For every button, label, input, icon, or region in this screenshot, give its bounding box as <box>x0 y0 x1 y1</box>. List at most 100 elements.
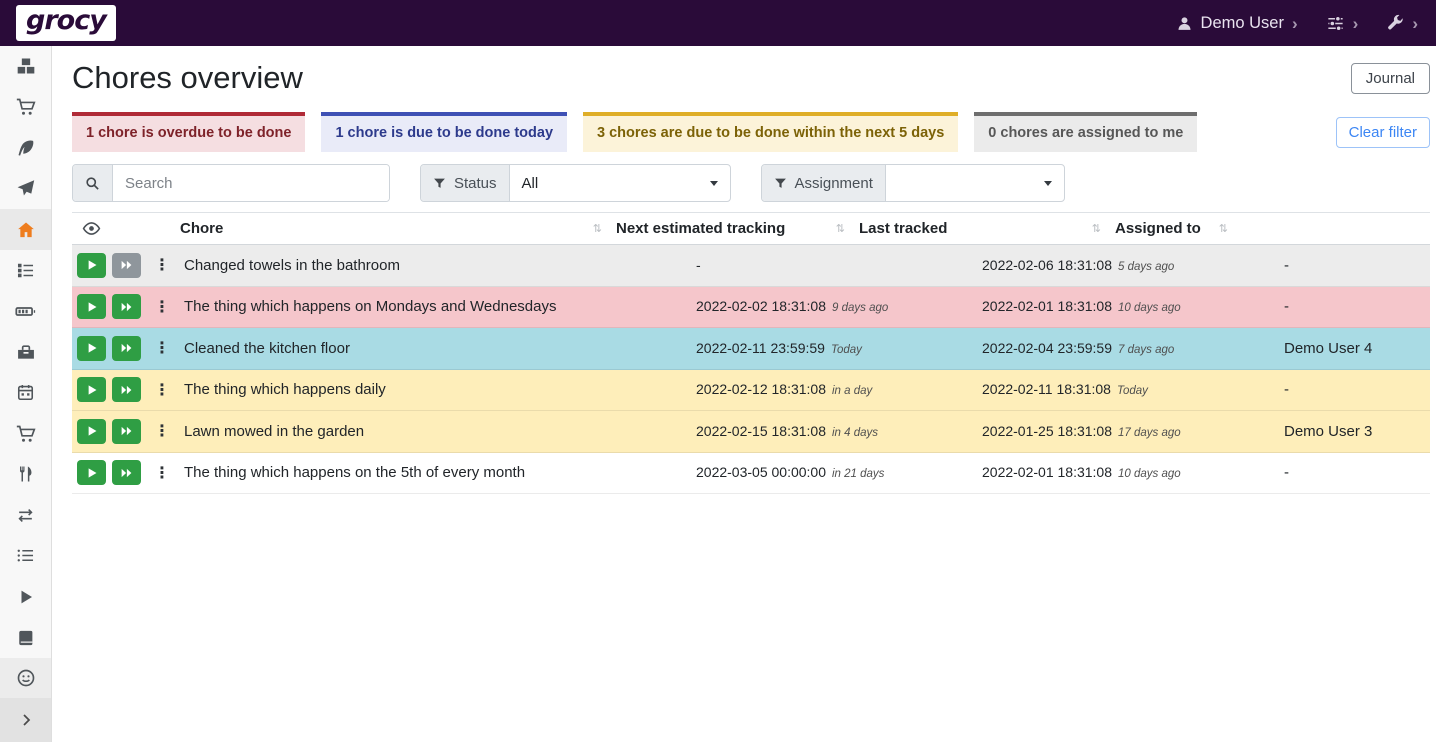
last-tracked-relative: 10 days ago <box>1118 468 1181 480</box>
assigned-to-me-banner[interactable]: 0 chores are assigned to me <box>974 112 1197 152</box>
caret-down-icon <box>1044 181 1052 186</box>
track-chore-button[interactable] <box>77 377 106 402</box>
skip-chore-button[interactable] <box>112 253 141 278</box>
brand-logo[interactable]: grocy <box>16 5 116 41</box>
sort-icon: ⇅ <box>1219 222 1228 235</box>
main-content: Chores overview Journal 1 chore is overd… <box>52 46 1436 742</box>
row-menu-button[interactable]: ⋮ <box>152 257 172 273</box>
status-selected-value: All <box>522 175 539 192</box>
navbar-actions: Demo User › › › <box>1176 14 1418 33</box>
sidebar-item-track[interactable] <box>0 576 51 617</box>
chore-name: The thing which happens on Mondays and W… <box>176 298 688 315</box>
book-icon <box>17 629 35 647</box>
row-menu-button[interactable]: ⋮ <box>152 465 172 481</box>
paper-plane-icon <box>16 179 35 198</box>
smiley-icon <box>16 668 36 688</box>
journal-button[interactable]: Journal <box>1351 63 1430 94</box>
next-tracking-relative: in a day <box>832 385 872 397</box>
due-soon-banner[interactable]: 3 chores are due to be done within the n… <box>583 112 958 152</box>
settings-menu[interactable]: › <box>1326 14 1359 33</box>
due-today-banner[interactable]: 1 chore is due to be done today <box>321 112 567 152</box>
last-tracked-value: 2022-01-25 18:31:08 <box>982 423 1112 439</box>
assigned-to-value: - <box>1276 257 1430 274</box>
search-input[interactable] <box>113 165 389 201</box>
play-icon <box>86 425 98 437</box>
header-assigned-to[interactable]: Assigned to⇅ <box>1115 213 1242 244</box>
row-menu-button[interactable]: ⋮ <box>152 340 172 356</box>
next-tracking-value: 2022-02-12 18:31:08 <box>696 381 826 397</box>
sidebar-item-meal-plan[interactable] <box>0 168 51 209</box>
play-icon <box>86 384 98 396</box>
table-row: ⋮ Lawn mowed in the garden 2022-02-15 18… <box>72 411 1430 453</box>
next-tracking-relative: in 4 days <box>832 427 878 439</box>
skip-chore-button[interactable] <box>112 294 141 319</box>
calendar-icon <box>16 383 35 402</box>
shopping-cart-icon <box>16 97 36 117</box>
chore-name: Cleaned the kitchen floor <box>176 340 688 357</box>
sidebar-item-shopping-list[interactable] <box>0 87 51 128</box>
sidebar-item-batteries[interactable] <box>0 291 51 332</box>
track-chore-button[interactable] <box>77 294 106 319</box>
table-row: ⋮ Cleaned the kitchen floor 2022-02-11 2… <box>72 328 1430 370</box>
overdue-banner[interactable]: 1 chore is overdue to be done <box>72 112 305 152</box>
last-tracked-relative: 7 days ago <box>1118 344 1174 356</box>
last-tracked-value: 2022-02-11 18:31:08 <box>982 381 1111 397</box>
user-name: Demo User <box>1201 14 1284 33</box>
column-visibility-toggle[interactable] <box>72 213 180 244</box>
sidebar-item-chores[interactable] <box>0 209 51 250</box>
header-last-tracked[interactable]: Last tracked⇅ <box>859 213 1115 244</box>
cart-icon <box>16 424 36 444</box>
fast-forward-icon <box>120 425 133 437</box>
filter-icon <box>774 177 787 190</box>
track-chore-button[interactable] <box>77 460 106 485</box>
assignment-select[interactable] <box>886 165 1064 201</box>
fast-forward-icon <box>120 259 133 271</box>
skip-chore-button[interactable] <box>112 336 141 361</box>
skip-chore-button[interactable] <box>112 377 141 402</box>
header-chore[interactable]: Chore⇅ <box>180 213 616 244</box>
sidebar-item-recipes[interactable] <box>0 128 51 169</box>
sidebar-item-transfer[interactable] <box>0 495 51 536</box>
row-menu-button[interactable]: ⋮ <box>152 423 172 439</box>
last-tracked-relative: 17 days ago <box>1118 427 1181 439</box>
next-tracking-relative: 9 days ago <box>832 302 888 314</box>
header-next-estimated-tracking[interactable]: Next estimated tracking⇅ <box>616 213 859 244</box>
sidebar-item-journal[interactable] <box>0 617 51 658</box>
sidebar-item-inventory[interactable] <box>0 536 51 577</box>
status-banners: 1 chore is overdue to be done 1 chore is… <box>72 112 1430 152</box>
fast-forward-icon <box>120 384 133 396</box>
sidebar-item-purchase[interactable] <box>0 413 51 454</box>
user-menu[interactable]: Demo User › <box>1176 14 1298 33</box>
sidebar-item-tasks[interactable] <box>0 250 51 291</box>
search-icon <box>85 176 100 191</box>
skip-chore-button[interactable] <box>112 419 141 444</box>
track-chore-button[interactable] <box>77 419 106 444</box>
tasks-icon <box>16 261 35 280</box>
boxes-icon <box>16 56 36 76</box>
track-chore-button[interactable] <box>77 336 106 361</box>
play-icon <box>86 342 98 354</box>
sidebar-item-stock[interactable] <box>0 46 51 87</box>
status-select[interactable]: All <box>510 165 730 201</box>
clear-filter-button[interactable]: Clear filter <box>1336 117 1430 148</box>
caret-down-icon <box>710 181 718 186</box>
sidebar-item-consume[interactable] <box>0 454 51 495</box>
skip-chore-button[interactable] <box>112 460 141 485</box>
assigned-to-value: Demo User 4 <box>1276 340 1430 357</box>
sliders-icon <box>1326 14 1345 33</box>
sidebar-expand-toggle[interactable] <box>0 698 51 742</box>
fast-forward-icon <box>120 342 133 354</box>
sort-icon: ⇅ <box>836 222 845 235</box>
row-menu-button[interactable]: ⋮ <box>152 299 172 315</box>
track-chore-button[interactable] <box>77 253 106 278</box>
sidebar-item-equipment[interactable] <box>0 332 51 373</box>
chevron-right-icon: › <box>1353 15 1359 32</box>
sidebar-item-calendar[interactable] <box>0 372 51 413</box>
next-tracking-relative: Today <box>831 344 862 356</box>
sidebar-item-feedback[interactable] <box>0 658 51 698</box>
last-tracked-value: 2022-02-04 23:59:59 <box>982 340 1112 356</box>
toolbox-icon <box>16 342 36 362</box>
chore-name: Changed towels in the bathroom <box>176 257 688 274</box>
admin-menu[interactable]: › <box>1386 14 1418 32</box>
row-menu-button[interactable]: ⋮ <box>152 382 172 398</box>
